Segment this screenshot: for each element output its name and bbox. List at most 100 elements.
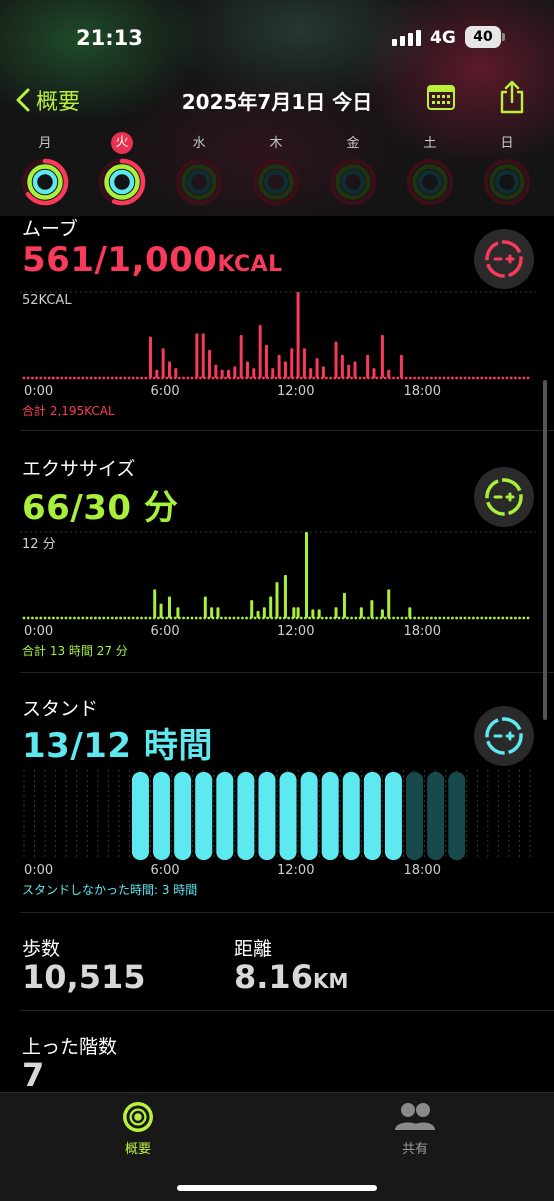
move-label: ムーブ	[22, 218, 78, 240]
baseline-dot	[421, 376, 425, 380]
baseline-dot	[472, 616, 475, 620]
baseline-dot	[77, 616, 80, 620]
baseline-dot	[140, 616, 143, 620]
tab-summary[interactable]: 概要	[98, 1100, 178, 1157]
baseline-dot	[493, 376, 496, 380]
baseline-dot	[31, 376, 34, 380]
baseline-dot	[425, 616, 429, 620]
baseline-dot	[505, 376, 509, 380]
baseline-dot	[299, 376, 303, 380]
day-ring-3[interactable]	[251, 157, 301, 207]
baseline-dot	[165, 616, 169, 620]
stand-hour-bar	[300, 772, 318, 860]
chart-bar	[283, 361, 287, 378]
baseline-dot	[451, 376, 454, 380]
day-ring-1[interactable]	[97, 157, 147, 207]
chart-bar	[159, 603, 163, 618]
baseline-dot	[417, 376, 421, 380]
baseline-dot	[526, 616, 530, 620]
day-ring-0[interactable]	[20, 157, 70, 207]
baseline-dot	[287, 376, 290, 380]
baseline-dot	[131, 616, 135, 620]
day-label-1: 火	[100, 132, 144, 154]
baseline-dot	[501, 376, 505, 380]
baseline-dot	[383, 376, 387, 380]
chart-bar	[309, 368, 313, 378]
status-time: 21:13	[76, 26, 143, 50]
baseline-dot	[278, 616, 282, 620]
baseline-dot	[299, 616, 303, 620]
baseline-dot	[358, 376, 362, 380]
share-icon[interactable]	[498, 80, 526, 114]
chart-bar	[210, 607, 214, 618]
baseline-dot	[98, 376, 101, 380]
day-label-3: 木	[269, 136, 283, 151]
day-label-4: 金	[346, 136, 360, 151]
baseline-dot	[518, 376, 521, 380]
calendar-icon[interactable]	[427, 84, 455, 110]
back-button[interactable]: 概要	[16, 84, 80, 116]
stand-goal-button[interactable]	[474, 706, 534, 766]
baseline-dot	[110, 376, 114, 380]
tab-sharing-label: 共有	[401, 1142, 428, 1157]
baseline-dot	[26, 616, 30, 620]
baseline-dot	[438, 616, 442, 620]
baseline-dot	[140, 376, 143, 380]
day-ring-4[interactable]	[328, 157, 378, 207]
tab-sharing[interactable]: 共有	[375, 1100, 455, 1157]
stand-unit: 時間	[143, 726, 213, 766]
baseline-dot	[434, 616, 437, 620]
day-ring-2[interactable]	[174, 157, 224, 207]
day-ring-6[interactable]	[482, 157, 532, 207]
move-total: 合計 2,195KCAL	[22, 404, 115, 418]
chart-bar	[334, 341, 338, 378]
stand-value: 13/12 時間	[22, 718, 213, 767]
stand-hour-bar	[406, 772, 424, 860]
day-label-6: 日	[500, 136, 514, 151]
move-ring-plus-icon	[485, 240, 523, 278]
baseline-dot	[413, 616, 416, 620]
chart-bar	[340, 354, 344, 378]
baseline-dot	[190, 376, 194, 380]
baseline-dot	[396, 616, 400, 620]
baseline-dot	[383, 616, 387, 620]
baseline-dot	[509, 376, 513, 380]
baseline-dot	[39, 616, 43, 620]
baseline-dot	[127, 616, 131, 620]
back-label: 概要	[36, 90, 81, 115]
move-goal-button[interactable]	[474, 229, 534, 289]
baseline-dot	[434, 376, 437, 380]
move-tick-3: 18:00	[403, 384, 441, 399]
baseline-dot	[194, 616, 198, 620]
stand-hour-bar	[427, 772, 445, 860]
baseline-dot	[136, 616, 139, 620]
divider	[20, 672, 554, 673]
tab-summary-label: 概要	[124, 1142, 151, 1157]
baseline-dot	[94, 616, 97, 620]
day-label-2: 水	[192, 136, 206, 151]
day-ring-5[interactable]	[405, 157, 455, 207]
chart-bar	[208, 349, 212, 378]
distance-number: 8.16	[234, 958, 313, 996]
chart-bar	[258, 325, 262, 378]
baseline-dot	[362, 616, 366, 620]
chart-bar	[167, 361, 171, 378]
stand-hour-bar	[258, 772, 276, 860]
steps-value: 10,515	[22, 958, 146, 996]
baseline-dot	[522, 616, 526, 620]
stand-tick-2: 12:00	[277, 863, 315, 878]
chart-bar	[275, 582, 279, 618]
baseline-dot	[472, 376, 475, 380]
day-label-0: 月	[38, 136, 52, 151]
baseline-dot	[178, 376, 181, 380]
exercise-goal-button[interactable]	[474, 467, 534, 527]
baseline-dot	[123, 376, 127, 380]
stand-tick-1: 6:00	[150, 863, 180, 878]
baseline-dot	[396, 376, 400, 380]
baseline-dot	[123, 616, 127, 620]
baseline-dot	[220, 616, 223, 620]
scrollbar[interactable]	[543, 380, 547, 720]
baseline-dot	[362, 376, 366, 380]
stand-hour-bar	[153, 772, 171, 860]
move-value-number: 561/1,000	[22, 240, 218, 280]
